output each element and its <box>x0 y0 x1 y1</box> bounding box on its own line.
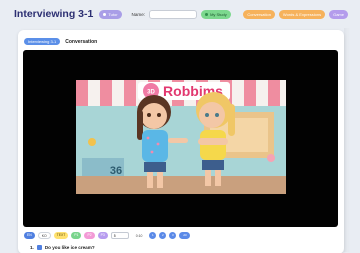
poster-number: 36 <box>110 165 122 177</box>
video-frame: 3D Robbims 36 <box>76 80 286 194</box>
name-field[interactable] <box>149 9 198 19</box>
words-expressions-button[interactable]: Words & Expressions <box>278 9 326 19</box>
flower-left <box>88 138 96 146</box>
speed-input[interactable]: 5 <box>110 232 129 239</box>
question-row: 1. Do you like ice cream? <box>30 245 95 250</box>
section-title: Conversation <box>65 38 98 45</box>
tab-interviewing[interactable]: Interviewing 3-1 <box>24 38 61 45</box>
p1-button[interactable]: P1 <box>71 232 82 239</box>
page-title: Interviewing 3-1 <box>14 8 94 20</box>
tutor-button[interactable]: Tutor <box>99 9 122 19</box>
my-study-label: My Study <box>210 11 227 17</box>
my-study-button[interactable]: My Study <box>201 9 231 19</box>
p2-button[interactable]: P2 <box>84 232 95 239</box>
name-label: Name: <box>131 11 146 17</box>
tutor-label: Tutor <box>108 11 118 17</box>
card-edge-shadow <box>344 28 350 252</box>
question-number: 1. <box>30 245 34 250</box>
player-controls: EN KO TEXT P1 P2 P3 5 0:10 1 2 3 All <box>24 232 191 239</box>
time-readout: 0:10 <box>135 233 143 238</box>
game-button[interactable]: Game <box>329 9 348 19</box>
lesson-card: Interviewing 3-1 Conversation 3D Robbims… <box>18 30 344 253</box>
question-checkbox[interactable] <box>36 245 42 250</box>
en-button[interactable]: EN <box>24 232 35 239</box>
text-toggle-button[interactable]: TEXT <box>53 232 69 239</box>
ground <box>76 176 286 194</box>
question-text: Do you like ice cream? <box>44 245 95 250</box>
all-button[interactable]: All <box>179 232 191 239</box>
study-icon <box>205 12 209 16</box>
round-button-1[interactable]: 1 <box>149 232 157 239</box>
tab-row: Interviewing 3-1 Conversation <box>24 38 97 45</box>
ko-button[interactable]: KO <box>37 232 51 239</box>
round-button-2[interactable]: 2 <box>159 232 167 239</box>
header-bar: Interviewing 3-1 Tutor Name: My Study Co… <box>14 4 348 24</box>
conversation-button[interactable]: Conversation <box>243 9 275 19</box>
round-button-3[interactable]: 3 <box>169 232 177 239</box>
video-player[interactable]: 3D Robbims 36 <box>23 50 338 227</box>
tutor-icon <box>103 12 107 16</box>
sign-prefix: 3D <box>147 90 155 96</box>
flower-right <box>267 154 275 162</box>
p3-button[interactable]: P3 <box>97 232 108 239</box>
